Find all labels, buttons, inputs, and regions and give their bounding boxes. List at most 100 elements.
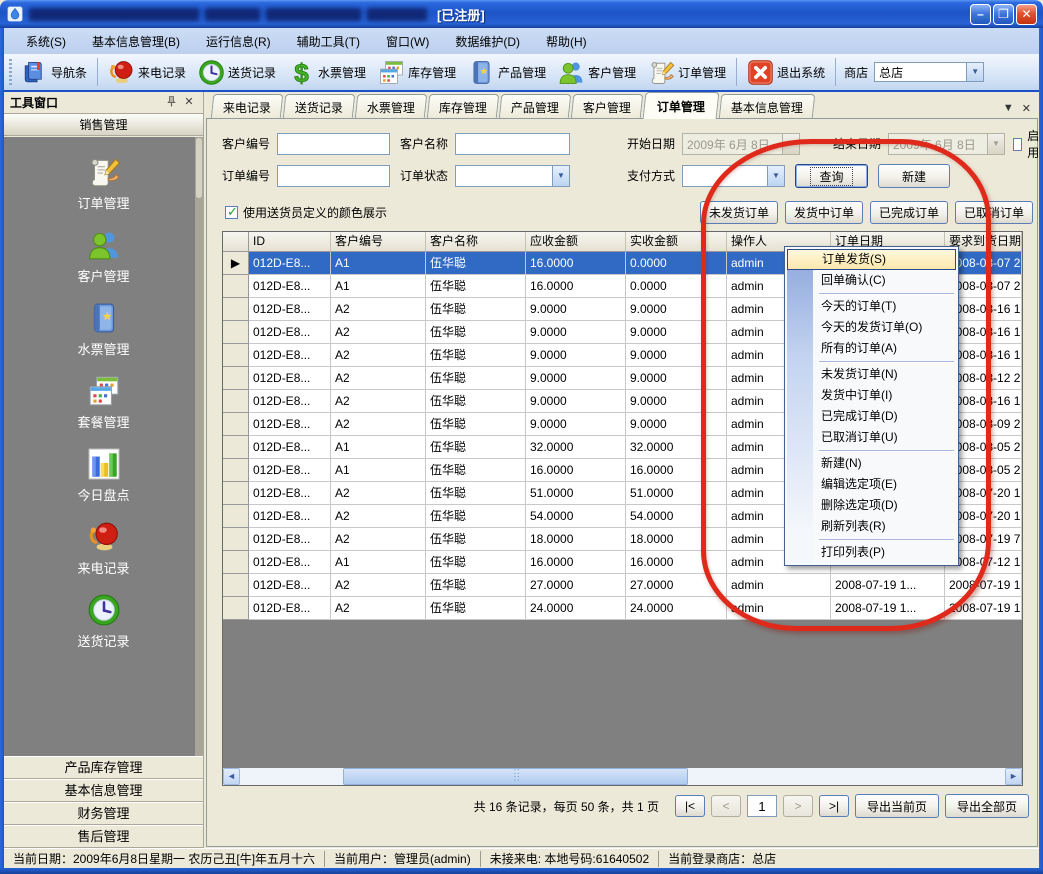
grid-row-header-2[interactable] <box>223 298 249 321</box>
customer-name-input[interactable] <box>455 133 570 155</box>
sidebar-section-1[interactable]: 基本信息管理 <box>4 779 203 802</box>
grid-cell-r7-c4[interactable]: 9.0000 <box>626 413 727 436</box>
grid-cell-r15-c7[interactable]: 2008-07-19 1... <box>945 597 1022 620</box>
grid-row-header-12[interactable] <box>223 528 249 551</box>
sidebar-section-2[interactable]: 财务管理 <box>4 802 203 825</box>
grid-cell-r3-c0[interactable]: 012D-E8... <box>249 321 331 344</box>
sidebar-section-sales[interactable]: 销售管理 <box>4 114 203 136</box>
toolbar-button-8[interactable]: 订单管理 <box>642 56 732 88</box>
grid-cell-r14-c6[interactable]: 2008-07-19 1... <box>831 574 945 597</box>
grid-cell-r8-c3[interactable]: 32.0000 <box>526 436 626 459</box>
grid-cell-r11-c3[interactable]: 54.0000 <box>526 505 626 528</box>
context-menu-item-5[interactable]: 所有的订单(A) <box>787 338 956 359</box>
checkbox-box[interactable] <box>225 206 238 219</box>
grid-cell-r11-c0[interactable]: 012D-E8... <box>249 505 331 528</box>
grid-cell-r4-c1[interactable]: A2 <box>331 344 426 367</box>
menubar-item-0[interactable]: 系统(S) <box>14 30 78 53</box>
grid-cell-r6-c2[interactable]: 伍华聪 <box>426 390 526 413</box>
grid-cell-r2-c0[interactable]: 012D-E8... <box>249 298 331 321</box>
context-menu-item-0[interactable]: 订单发货(S) <box>787 249 956 270</box>
grid-cell-r14-c4[interactable]: 27.0000 <box>626 574 727 597</box>
context-menu-item-12[interactable]: 新建(N) <box>787 453 956 474</box>
grid-cell-r14-c5[interactable]: admin <box>727 574 831 597</box>
grid-cell-r0-c1[interactable]: A1 <box>331 252 426 275</box>
grid-cell-r9-c1[interactable]: A1 <box>331 459 426 482</box>
grid-cell-r12-c2[interactable]: 伍华聪 <box>426 528 526 551</box>
sidebar-item-2[interactable]: 水票管理 <box>44 301 164 358</box>
grid-cell-r10-c3[interactable]: 51.0000 <box>526 482 626 505</box>
query-button[interactable]: 查询 <box>795 164 868 188</box>
grid-row-header-1[interactable] <box>223 275 249 298</box>
grid-cell-r6-c0[interactable]: 012D-E8... <box>249 390 331 413</box>
grid-cell-r7-c0[interactable]: 012D-E8... <box>249 413 331 436</box>
scroll-left-icon[interactable]: ◄ <box>223 768 240 785</box>
grid-cell-r10-c4[interactable]: 51.0000 <box>626 482 727 505</box>
toolbar-button-7[interactable]: 客户管理 <box>552 56 642 88</box>
scroll-right-icon[interactable]: ► <box>1005 768 1022 785</box>
context-menu-item-1[interactable]: 回单确认(C) <box>787 270 956 291</box>
sidebar-item-1[interactable]: 客户管理 <box>44 228 164 285</box>
sidebar-section-3[interactable]: 售后管理 <box>4 825 203 848</box>
grid-cell-r14-c3[interactable]: 27.0000 <box>526 574 626 597</box>
grid-row-header-10[interactable] <box>223 482 249 505</box>
context-menu-item-7[interactable]: 未发货订单(N) <box>787 364 956 385</box>
grid-row-header-6[interactable] <box>223 390 249 413</box>
sidebar-scrollbar[interactable] <box>195 137 203 756</box>
grid-cell-r5-c0[interactable]: 012D-E8... <box>249 367 331 390</box>
grid-cell-r13-c2[interactable]: 伍华聪 <box>426 551 526 574</box>
grid-cell-r0-c4[interactable]: 0.0000 <box>626 252 727 275</box>
grid-row-header-13[interactable] <box>223 551 249 574</box>
grid-cell-r13-c3[interactable]: 16.0000 <box>526 551 626 574</box>
grid-cell-r3-c2[interactable]: 伍华聪 <box>426 321 526 344</box>
scrollbar-thumb[interactable] <box>343 768 688 785</box>
grid-cell-r5-c4[interactable]: 9.0000 <box>626 367 727 390</box>
next-page-button[interactable]: > <box>783 795 813 817</box>
end-date-picker[interactable]: 2009年 6月 8日▼ <box>888 133 1005 155</box>
sidebar-item-5[interactable]: 来电记录 <box>44 520 164 577</box>
sidebar-item-3[interactable]: 套餐管理 <box>44 374 164 431</box>
grid-cell-r4-c3[interactable]: 9.0000 <box>526 344 626 367</box>
toolbar-button-6[interactable]: 产品管理 <box>462 56 552 88</box>
grid-cell-r2-c1[interactable]: A2 <box>331 298 426 321</box>
grid-cell-r5-c1[interactable]: A2 <box>331 367 426 390</box>
grid-cell-r9-c4[interactable]: 16.0000 <box>626 459 727 482</box>
toolbar-button-3[interactable]: 送货记录 <box>192 56 282 88</box>
grid-column-header-2[interactable]: 客户名称 <box>426 232 526 252</box>
status-filter-button-2[interactable]: 已完成订单 <box>870 201 948 224</box>
grid-row-header-7[interactable] <box>223 413 249 436</box>
sidebar-item-6[interactable]: 送货记录 <box>44 593 164 650</box>
grid-row-header-9[interactable] <box>223 459 249 482</box>
grid-cell-r15-c4[interactable]: 24.0000 <box>626 597 727 620</box>
new-button[interactable]: 新建 <box>878 164 950 188</box>
export-all-pages-button[interactable]: 导出全部页 <box>945 794 1029 818</box>
grid-cell-r6-c3[interactable]: 9.0000 <box>526 390 626 413</box>
context-menu-item-15[interactable]: 刷新列表(R) <box>787 516 956 537</box>
context-menu-item-9[interactable]: 已完成订单(D) <box>787 406 956 427</box>
sidebar-item-4[interactable]: 今日盘点 <box>44 447 164 504</box>
grid-cell-r14-c1[interactable]: A2 <box>331 574 426 597</box>
close-button[interactable]: ✕ <box>1016 4 1037 25</box>
grid-cell-r0-c0[interactable]: 012D-E8... <box>249 252 331 275</box>
grid-cell-r9-c0[interactable]: 012D-E8... <box>249 459 331 482</box>
grid-cell-r5-c2[interactable]: 伍华聪 <box>426 367 526 390</box>
grid-column-header-3[interactable]: 应收金额 <box>526 232 626 252</box>
grid-column-header-4[interactable]: 实收金额 <box>626 232 727 252</box>
shop-select[interactable]: 总店▼ <box>874 62 984 82</box>
grid-cell-r1-c2[interactable]: 伍华聪 <box>426 275 526 298</box>
grid-row-header-8[interactable] <box>223 436 249 459</box>
grid-horizontal-scrollbar[interactable]: ◄ ► <box>223 768 1022 785</box>
menubar-item-4[interactable]: 窗口(W) <box>374 30 441 53</box>
grid-cell-r15-c2[interactable]: 伍华聪 <box>426 597 526 620</box>
tab-4[interactable]: 产品管理 <box>499 94 572 119</box>
context-menu-item-10[interactable]: 已取消订单(U) <box>787 427 956 448</box>
grid-cell-r9-c3[interactable]: 16.0000 <box>526 459 626 482</box>
grid-cell-r14-c0[interactable]: 012D-E8... <box>249 574 331 597</box>
scrollbar-track[interactable] <box>240 768 1005 785</box>
tab-close-icon[interactable]: ✕ <box>1022 102 1031 115</box>
grid-cell-r15-c1[interactable]: A2 <box>331 597 426 620</box>
grid-cell-r2-c2[interactable]: 伍华聪 <box>426 298 526 321</box>
grid-cell-r1-c3[interactable]: 16.0000 <box>526 275 626 298</box>
grid-cell-r15-c0[interactable]: 012D-E8... <box>249 597 331 620</box>
payment-select[interactable]: ▼ <box>682 165 785 187</box>
grid-cell-r11-c2[interactable]: 伍华聪 <box>426 505 526 528</box>
